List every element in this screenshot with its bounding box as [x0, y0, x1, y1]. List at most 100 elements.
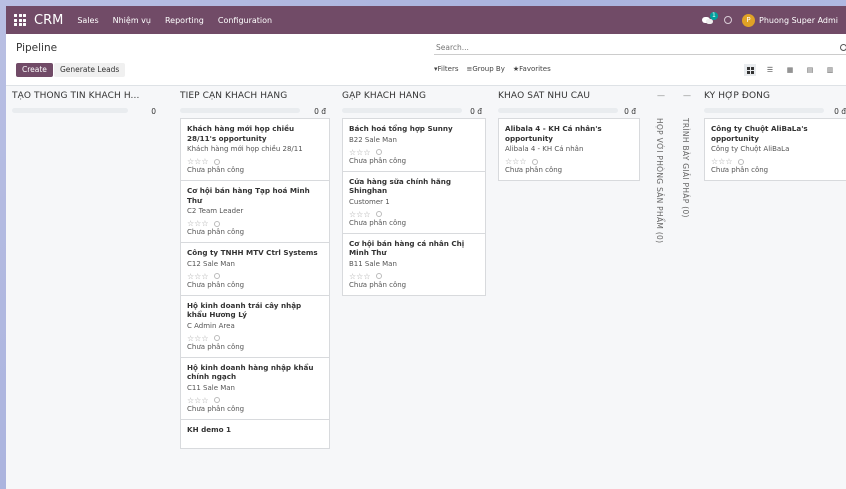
- folded-column-dots: —: [683, 91, 691, 100]
- column-title[interactable]: GẶP KHÁCH HÀNG: [342, 91, 486, 101]
- activity-clock-icon[interactable]: [375, 273, 382, 279]
- lead-card[interactable]: Công ty TNHH MTV Ctrl Systems C12 Sale M…: [180, 242, 330, 296]
- column-amount: 0 đ: [834, 107, 846, 116]
- filters-toggle[interactable]: ▾Filters: [434, 65, 459, 73]
- graph-view-icon[interactable]: ▥: [824, 64, 836, 76]
- menu-tasks[interactable]: Nhiệm vụ: [113, 16, 151, 25]
- message-count-badge: 1: [710, 11, 718, 20]
- kanban-view-icon[interactable]: [744, 64, 756, 76]
- column-amount: 0 đ: [314, 107, 326, 116]
- column-title[interactable]: KHẢO SÁT NHU CẦU: [498, 91, 640, 101]
- star-icon[interactable]: ☆☆☆: [187, 334, 209, 343]
- activity-clock-icon[interactable]: [213, 397, 220, 403]
- card-partner: B11 Sale Man: [349, 259, 397, 268]
- menu-sales[interactable]: Sales: [77, 16, 98, 25]
- column-progress-bar: [342, 108, 462, 113]
- card-name: Công ty Chuột AliBaLa's opportunity: [711, 124, 808, 143]
- search-input[interactable]: Search...: [434, 41, 846, 55]
- card-name: KH demo 1: [187, 424, 232, 434]
- menu-reporting[interactable]: Reporting: [165, 16, 204, 25]
- card-partner: C Admin Area: [187, 321, 235, 330]
- card-partner: B22 Sale Man: [349, 135, 397, 144]
- activity-clock-icon[interactable]: [213, 335, 220, 341]
- card-name: Cơ hội bán hàng Tạp hoá Minh Thư: [187, 186, 310, 205]
- column-title[interactable]: TẠO THÔNG TIN KHÁCH H...: [12, 91, 160, 101]
- lead-card[interactable]: Hộ kinh doanh hàng nhập khẩu chính ngạch…: [180, 356, 330, 420]
- star-icon[interactable]: ☆☆☆: [187, 272, 209, 281]
- card-assignee: Chưa phân công: [187, 228, 245, 236]
- column-amount: 0 đ: [470, 107, 482, 116]
- menu-configuration[interactable]: Configuration: [218, 16, 272, 25]
- activity-clock-icon[interactable]: [213, 158, 220, 165]
- activity-clock-icon[interactable]: [213, 273, 220, 279]
- activity-clock-icon[interactable]: [737, 158, 744, 165]
- column-amount: 0: [151, 107, 156, 116]
- star-icon[interactable]: ☆☆☆: [711, 157, 733, 166]
- lead-card[interactable]: Alibala 4 - KH Cá nhân's opportunity Ali…: [498, 118, 640, 181]
- column-progress-bar: [704, 108, 824, 113]
- app-brand[interactable]: CRM: [34, 13, 63, 28]
- folded-column[interactable]: — TRÌNH BÀY GIẢI PHÁP (0): [676, 86, 698, 489]
- star-icon[interactable]: ☆☆☆: [349, 148, 371, 157]
- card-name: Hộ kinh doanh hàng nhập khẩu chính ngạch: [187, 362, 314, 382]
- generate-leads-button[interactable]: Generate Leads: [54, 63, 126, 77]
- card-partner: C2 Team Leader: [187, 207, 244, 215]
- star-icon[interactable]: ☆☆☆: [349, 210, 371, 219]
- lead-card[interactable]: Bách hoá tổng hợp Sunny B22 Sale Man ☆☆☆…: [342, 118, 486, 172]
- star-icon[interactable]: ☆☆☆: [187, 157, 209, 166]
- kanban-column: GẶP KHÁCH HÀNG 0 đ Bách hoá tổng hợp Sun…: [340, 86, 488, 489]
- user-avatar[interactable]: P: [742, 13, 756, 27]
- column-progress-bar: [12, 108, 128, 113]
- list-view-icon[interactable]: ☰: [764, 64, 776, 76]
- create-button[interactable]: Create: [16, 63, 53, 77]
- card-partner: Khách hàng mới họp chiều 28/11: [187, 145, 303, 153]
- activity-clock-icon[interactable]: [375, 149, 382, 155]
- user-name[interactable]: Phuong Super Admi: [759, 16, 838, 25]
- pivot-view-icon[interactable]: ▤: [804, 64, 816, 76]
- lead-card[interactable]: KH demo 1: [180, 418, 330, 449]
- card-partner: Alibala 4 - KH Cá nhân: [505, 145, 584, 153]
- star-icon[interactable]: ☆☆☆: [187, 219, 209, 228]
- search-icon[interactable]: [840, 44, 846, 51]
- card-partner: Customer 1: [349, 197, 390, 206]
- folded-column-label: TRÌNH BÀY GIẢI PHÁP (0): [681, 118, 690, 218]
- kanban-column: KÝ HỢP ĐỒNG 0 đ Công ty Chuột AliBaLa's …: [702, 86, 846, 489]
- kanban-column: TIẾP CẬN KHÁCH HÀNG 0 đ Khách hàng mới h…: [178, 86, 332, 489]
- favorites-label: Favorites: [519, 65, 551, 73]
- lead-card[interactable]: Cửa hàng sữa chính hãng Shinghan Custome…: [342, 170, 486, 234]
- lead-card[interactable]: Cơ hội bán hàng cá nhân Chị Minh Thư B11…: [342, 232, 486, 296]
- activity-clock-icon[interactable]: [375, 211, 382, 217]
- folded-column[interactable]: — HỌP VỚI PHÒNG SẢN PHẨM (0): [650, 86, 672, 489]
- page-title: Pipeline: [16, 42, 58, 54]
- column-amount: 0 đ: [624, 107, 636, 116]
- column-title[interactable]: KÝ HỢP ĐỒNG: [704, 91, 846, 101]
- group-by-label: Group By: [472, 65, 505, 73]
- activity-clock-icon[interactable]: [724, 16, 733, 24]
- activity-clock-icon[interactable]: [213, 220, 220, 227]
- lead-card[interactable]: Công ty Chuột AliBaLa's opportunity Công…: [704, 118, 846, 181]
- activity-clock-icon[interactable]: [531, 158, 538, 165]
- column-title[interactable]: TIẾP CẬN KHÁCH HÀNG: [180, 91, 330, 101]
- group-by-toggle[interactable]: ≡Group By: [467, 65, 505, 73]
- favorites-toggle[interactable]: ★Favorites: [513, 65, 551, 73]
- star-icon[interactable]: ☆☆☆: [349, 272, 371, 281]
- card-name: Cơ hội bán hàng cá nhân Chị Minh Thư: [349, 238, 465, 258]
- top-navbar: CRM Sales Nhiệm vụ Reporting Configurati…: [6, 6, 846, 34]
- messages-icon[interactable]: 1: [702, 11, 718, 25]
- card-assignee: Chưa phân công: [187, 280, 245, 289]
- card-name: Hộ kinh doanh trái cây nhập khẩu Hương L…: [187, 300, 302, 320]
- card-assignee: Chưa phân công: [187, 404, 245, 413]
- card-assignee: Chưa phân công: [349, 280, 407, 289]
- lead-card[interactable]: Cơ hội bán hàng Tạp hoá Minh Thư C2 Team…: [180, 180, 330, 243]
- lead-card[interactable]: Hộ kinh doanh trái cây nhập khẩu Hương L…: [180, 294, 330, 358]
- card-name: Cửa hàng sữa chính hãng Shinghan: [349, 176, 452, 196]
- column-progress-bar: [180, 108, 300, 113]
- lead-card[interactable]: Khách hàng mới họp chiều 28/11's opportu…: [180, 118, 330, 181]
- star-icon[interactable]: ☆☆☆: [187, 396, 209, 405]
- apps-menu-icon[interactable]: [14, 14, 26, 26]
- calendar-view-icon[interactable]: ▦: [784, 64, 796, 76]
- folded-column-label: HỌP VỚI PHÒNG SẢN PHẨM (0): [655, 118, 664, 244]
- folded-column-dots: —: [657, 91, 665, 100]
- card-name: Bách hoá tổng hợp Sunny: [349, 124, 453, 133]
- star-icon[interactable]: ☆☆☆: [505, 157, 527, 166]
